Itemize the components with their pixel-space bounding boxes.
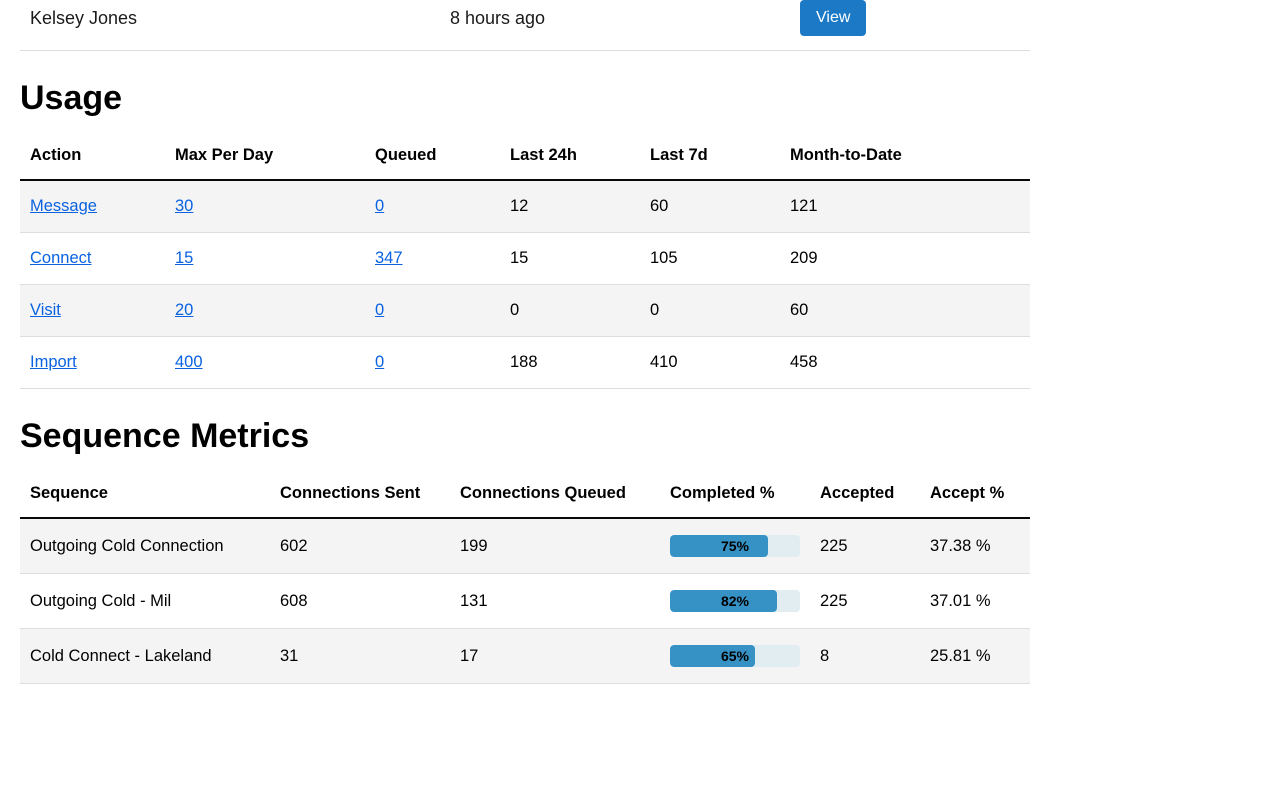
usage-last7: 105 [640,233,780,285]
seq-header-accept-pct: Accept % [920,474,1030,518]
seq-accept-pct: 37.01 % [920,574,1030,629]
seq-header-sent: Connections Sent [270,474,450,518]
usage-table: Action Max Per Day Queued Last 24h Last … [20,136,1030,389]
usage-action-link[interactable]: Message [30,197,97,215]
seq-accepted: 225 [810,574,920,629]
progress-bar: 75% [670,535,800,557]
recent-name: Kelsey Jones [20,8,450,29]
table-row: Cold Connect - Lakeland3117 65% 825.81 % [20,629,1030,684]
usage-header-max: Max Per Day [165,136,365,180]
view-button[interactable]: View [800,0,866,36]
usage-action-link[interactable]: Import [30,353,77,371]
seq-queued: 131 [450,574,660,629]
progress-bar: 82% [670,590,800,612]
usage-max-link[interactable]: 400 [175,353,203,371]
seq-header-queued: Connections Queued [450,474,660,518]
seq-queued: 199 [450,518,660,574]
usage-last7: 0 [640,285,780,337]
seq-sent: 608 [270,574,450,629]
usage-last24: 15 [500,233,640,285]
sequence-heading: Sequence Metrics [20,417,1030,456]
seq-header-completed: Completed % [660,474,810,518]
table-row: Message 30 0 1260121 [20,180,1030,233]
table-row: Outgoing Cold - Mil608131 82% 22537.01 % [20,574,1030,629]
usage-last7: 410 [640,337,780,389]
usage-max-link[interactable]: 15 [175,249,193,267]
usage-action-link[interactable]: Connect [30,249,91,267]
usage-mtd: 121 [780,180,1030,233]
seq-name: Outgoing Cold - Mil [20,574,270,629]
seq-sent: 602 [270,518,450,574]
seq-accept-pct: 25.81 % [920,629,1030,684]
seq-header-accepted: Accepted [810,474,920,518]
usage-last24: 0 [500,285,640,337]
recent-row: Kelsey Jones 8 hours ago View [20,0,1030,51]
usage-header-last24: Last 24h [500,136,640,180]
usage-heading: Usage [20,79,1030,118]
seq-accept-pct: 37.38 % [920,518,1030,574]
seq-completed: 65% [660,629,810,684]
usage-header-queued: Queued [365,136,500,180]
usage-last24: 12 [500,180,640,233]
seq-accepted: 225 [810,518,920,574]
seq-completed: 75% [660,518,810,574]
usage-mtd: 458 [780,337,1030,389]
usage-last24: 188 [500,337,640,389]
usage-header-action: Action [20,136,165,180]
usage-queued-link[interactable]: 0 [375,301,384,319]
seq-sent: 31 [270,629,450,684]
seq-header-name: Sequence [20,474,270,518]
usage-queued-link[interactable]: 0 [375,197,384,215]
seq-name: Cold Connect - Lakeland [20,629,270,684]
usage-queued-link[interactable]: 347 [375,249,403,267]
usage-max-link[interactable]: 20 [175,301,193,319]
usage-header-last7: Last 7d [640,136,780,180]
table-row: Visit2000060 [20,285,1030,337]
progress-label: 65% [670,645,800,667]
recent-time: 8 hours ago [450,8,800,29]
seq-queued: 17 [450,629,660,684]
progress-label: 75% [670,535,800,557]
usage-last7: 60 [640,180,780,233]
usage-mtd: 209 [780,233,1030,285]
usage-max-link[interactable]: 30 [175,197,193,215]
seq-name: Outgoing Cold Connection [20,518,270,574]
usage-queued-link[interactable]: 0 [375,353,384,371]
table-row: Import 400 0 188410458 [20,337,1030,389]
table-row: Connect1534715105209 [20,233,1030,285]
progress-label: 82% [670,590,800,612]
seq-accepted: 8 [810,629,920,684]
usage-header-mtd: Month-to-Date [780,136,1030,180]
seq-completed: 82% [660,574,810,629]
usage-action-link[interactable]: Visit [30,301,61,319]
table-row: Outgoing Cold Connection602199 75% 22537.3… [20,518,1030,574]
sequence-table: Sequence Connections Sent Connections Qu… [20,474,1030,684]
progress-bar: 65% [670,645,800,667]
usage-mtd: 60 [780,285,1030,337]
